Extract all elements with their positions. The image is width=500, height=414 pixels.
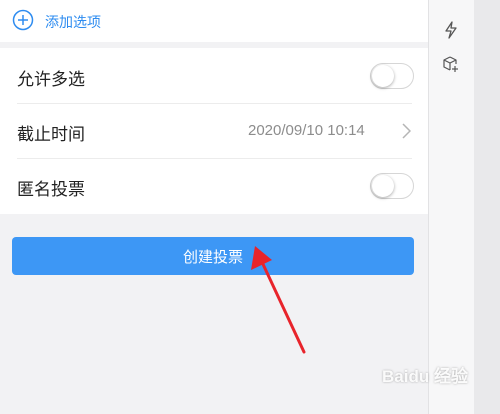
anonymous-toggle[interactable] xyxy=(370,173,414,199)
allow-multiple-row: 允许多选 xyxy=(0,48,428,103)
deadline-row[interactable]: 截止时间 2020/09/10 10:14 xyxy=(0,103,428,158)
cube-plus-icon[interactable] xyxy=(442,55,460,73)
deadline-label: 截止时间 xyxy=(17,125,85,144)
deadline-value[interactable]: 2020/09/10 10:14 xyxy=(248,122,365,139)
window-edge xyxy=(474,0,500,414)
chevron-right-icon xyxy=(402,123,411,139)
vote-panel: 添加选项 允许多选 截止时间 2020/09/10 10:14 匿名投票 创建投… xyxy=(0,0,428,414)
allow-multiple-label: 允许多选 xyxy=(17,70,85,89)
create-vote-button[interactable]: 创建投票 xyxy=(12,237,414,275)
toggle-knob xyxy=(372,65,394,87)
allow-multiple-toggle[interactable] xyxy=(370,63,414,89)
anonymous-label: 匿名投票 xyxy=(17,180,85,199)
right-toolbar xyxy=(428,0,475,414)
watermark: Baidu 经验 xyxy=(382,367,468,386)
anonymous-row: 匿名投票 xyxy=(0,158,428,213)
add-option-label[interactable]: 添加选项 xyxy=(45,12,101,32)
plus-circle-icon xyxy=(12,9,34,31)
toggle-knob xyxy=(372,175,394,197)
settings-list: 允许多选 截止时间 2020/09/10 10:14 匿名投票 xyxy=(0,48,428,214)
lightning-icon[interactable] xyxy=(442,21,460,39)
add-option-row[interactable]: 添加选项 xyxy=(0,0,428,42)
